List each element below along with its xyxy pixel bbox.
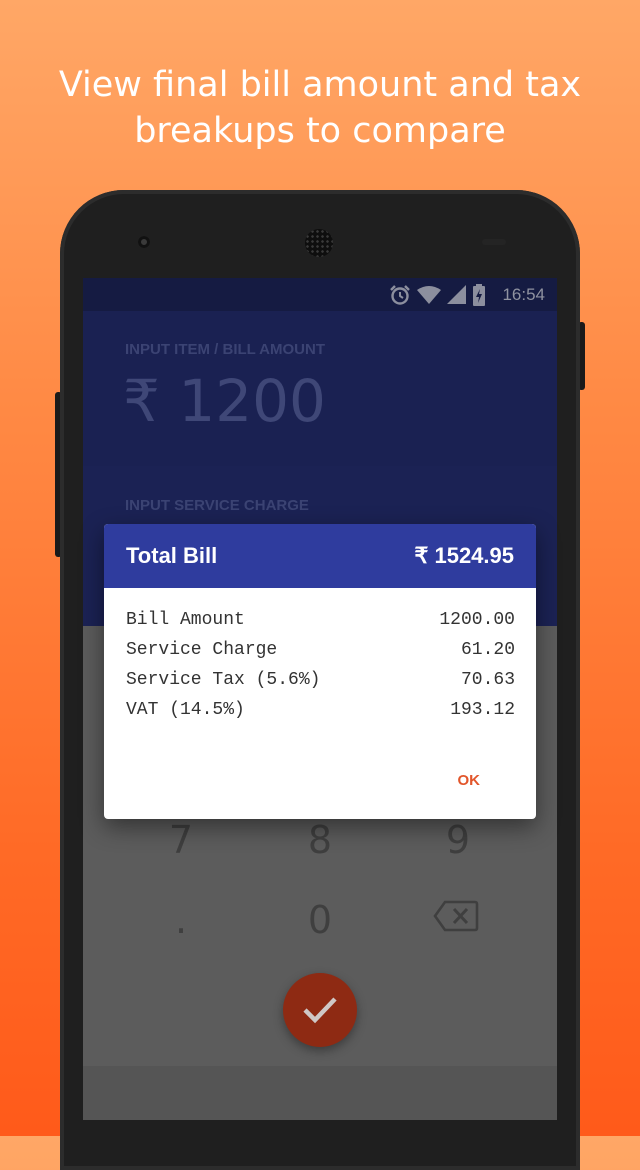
dialog-header: Total Bill ₹ 1524.95 bbox=[104, 524, 536, 588]
breakup-row: VAT (14.5%) 193.12 bbox=[126, 699, 515, 729]
status-bar: 16:54 bbox=[83, 278, 557, 311]
bill-amount-panel[interactable]: INPUT ITEM / BILL AMOUNT ₹ 1200 bbox=[83, 311, 557, 466]
dialog-total-amount: ₹ 1524.95 bbox=[414, 543, 514, 568]
dialog-title: Total Bill bbox=[126, 543, 218, 568]
breakup-row: Service Charge 61.20 bbox=[126, 639, 515, 669]
alarm-icon bbox=[390, 285, 410, 305]
key-7[interactable]: 7 bbox=[151, 818, 211, 862]
bill-amount-value: ₹ 1200 bbox=[123, 367, 326, 435]
check-icon bbox=[303, 997, 337, 1024]
key-9[interactable]: 9 bbox=[428, 818, 488, 862]
ok-button[interactable]: OK bbox=[458, 772, 481, 789]
status-time: 16:54 bbox=[502, 285, 545, 304]
total-bill-dialog: Total Bill ₹ 1524.95 Bill Amount 1200.00… bbox=[104, 524, 536, 819]
bill-amount-label: INPUT ITEM / BILL AMOUNT bbox=[125, 341, 325, 358]
breakup-label: VAT (14.5%) bbox=[126, 700, 245, 720]
breakup-value: 61.20 bbox=[460, 640, 515, 660]
breakup-row: Service Tax (5.6%) 70.63 bbox=[126, 669, 515, 699]
breakup-value: 193.12 bbox=[450, 700, 515, 720]
key-8[interactable]: 8 bbox=[290, 818, 350, 862]
key-0[interactable]: 0 bbox=[290, 898, 350, 942]
front-camera bbox=[138, 236, 150, 248]
signal-icon bbox=[447, 285, 466, 304]
submit-button[interactable] bbox=[283, 973, 357, 1047]
backspace-icon[interactable] bbox=[433, 900, 479, 937]
status-icons bbox=[389, 283, 485, 307]
promo-line-1: View final bill amount and tax bbox=[58, 65, 582, 105]
breakup-label: Service Charge bbox=[126, 640, 278, 660]
breakup-label: Bill Amount bbox=[126, 610, 245, 630]
promo-line-2: breakups to compare bbox=[134, 111, 506, 151]
breakup-list: Bill Amount 1200.00 Service Charge 61.20… bbox=[126, 609, 515, 729]
bottom-area bbox=[83, 1066, 557, 1120]
service-charge-label: INPUT SERVICE CHARGE bbox=[125, 497, 309, 514]
key-dot[interactable]: . bbox=[151, 898, 211, 942]
breakup-value: 70.63 bbox=[460, 670, 515, 690]
breakup-row: Bill Amount 1200.00 bbox=[126, 609, 515, 639]
earpiece-speaker bbox=[305, 229, 333, 257]
breakup-label: Service Tax (5.6%) bbox=[126, 670, 321, 690]
breakup-value: 1200.00 bbox=[439, 610, 515, 630]
wifi-icon bbox=[417, 286, 441, 304]
proximity-sensor bbox=[482, 239, 506, 245]
battery-charging-icon bbox=[473, 284, 485, 306]
promo-headline: View final bill amount and tax breakups … bbox=[0, 62, 640, 154]
